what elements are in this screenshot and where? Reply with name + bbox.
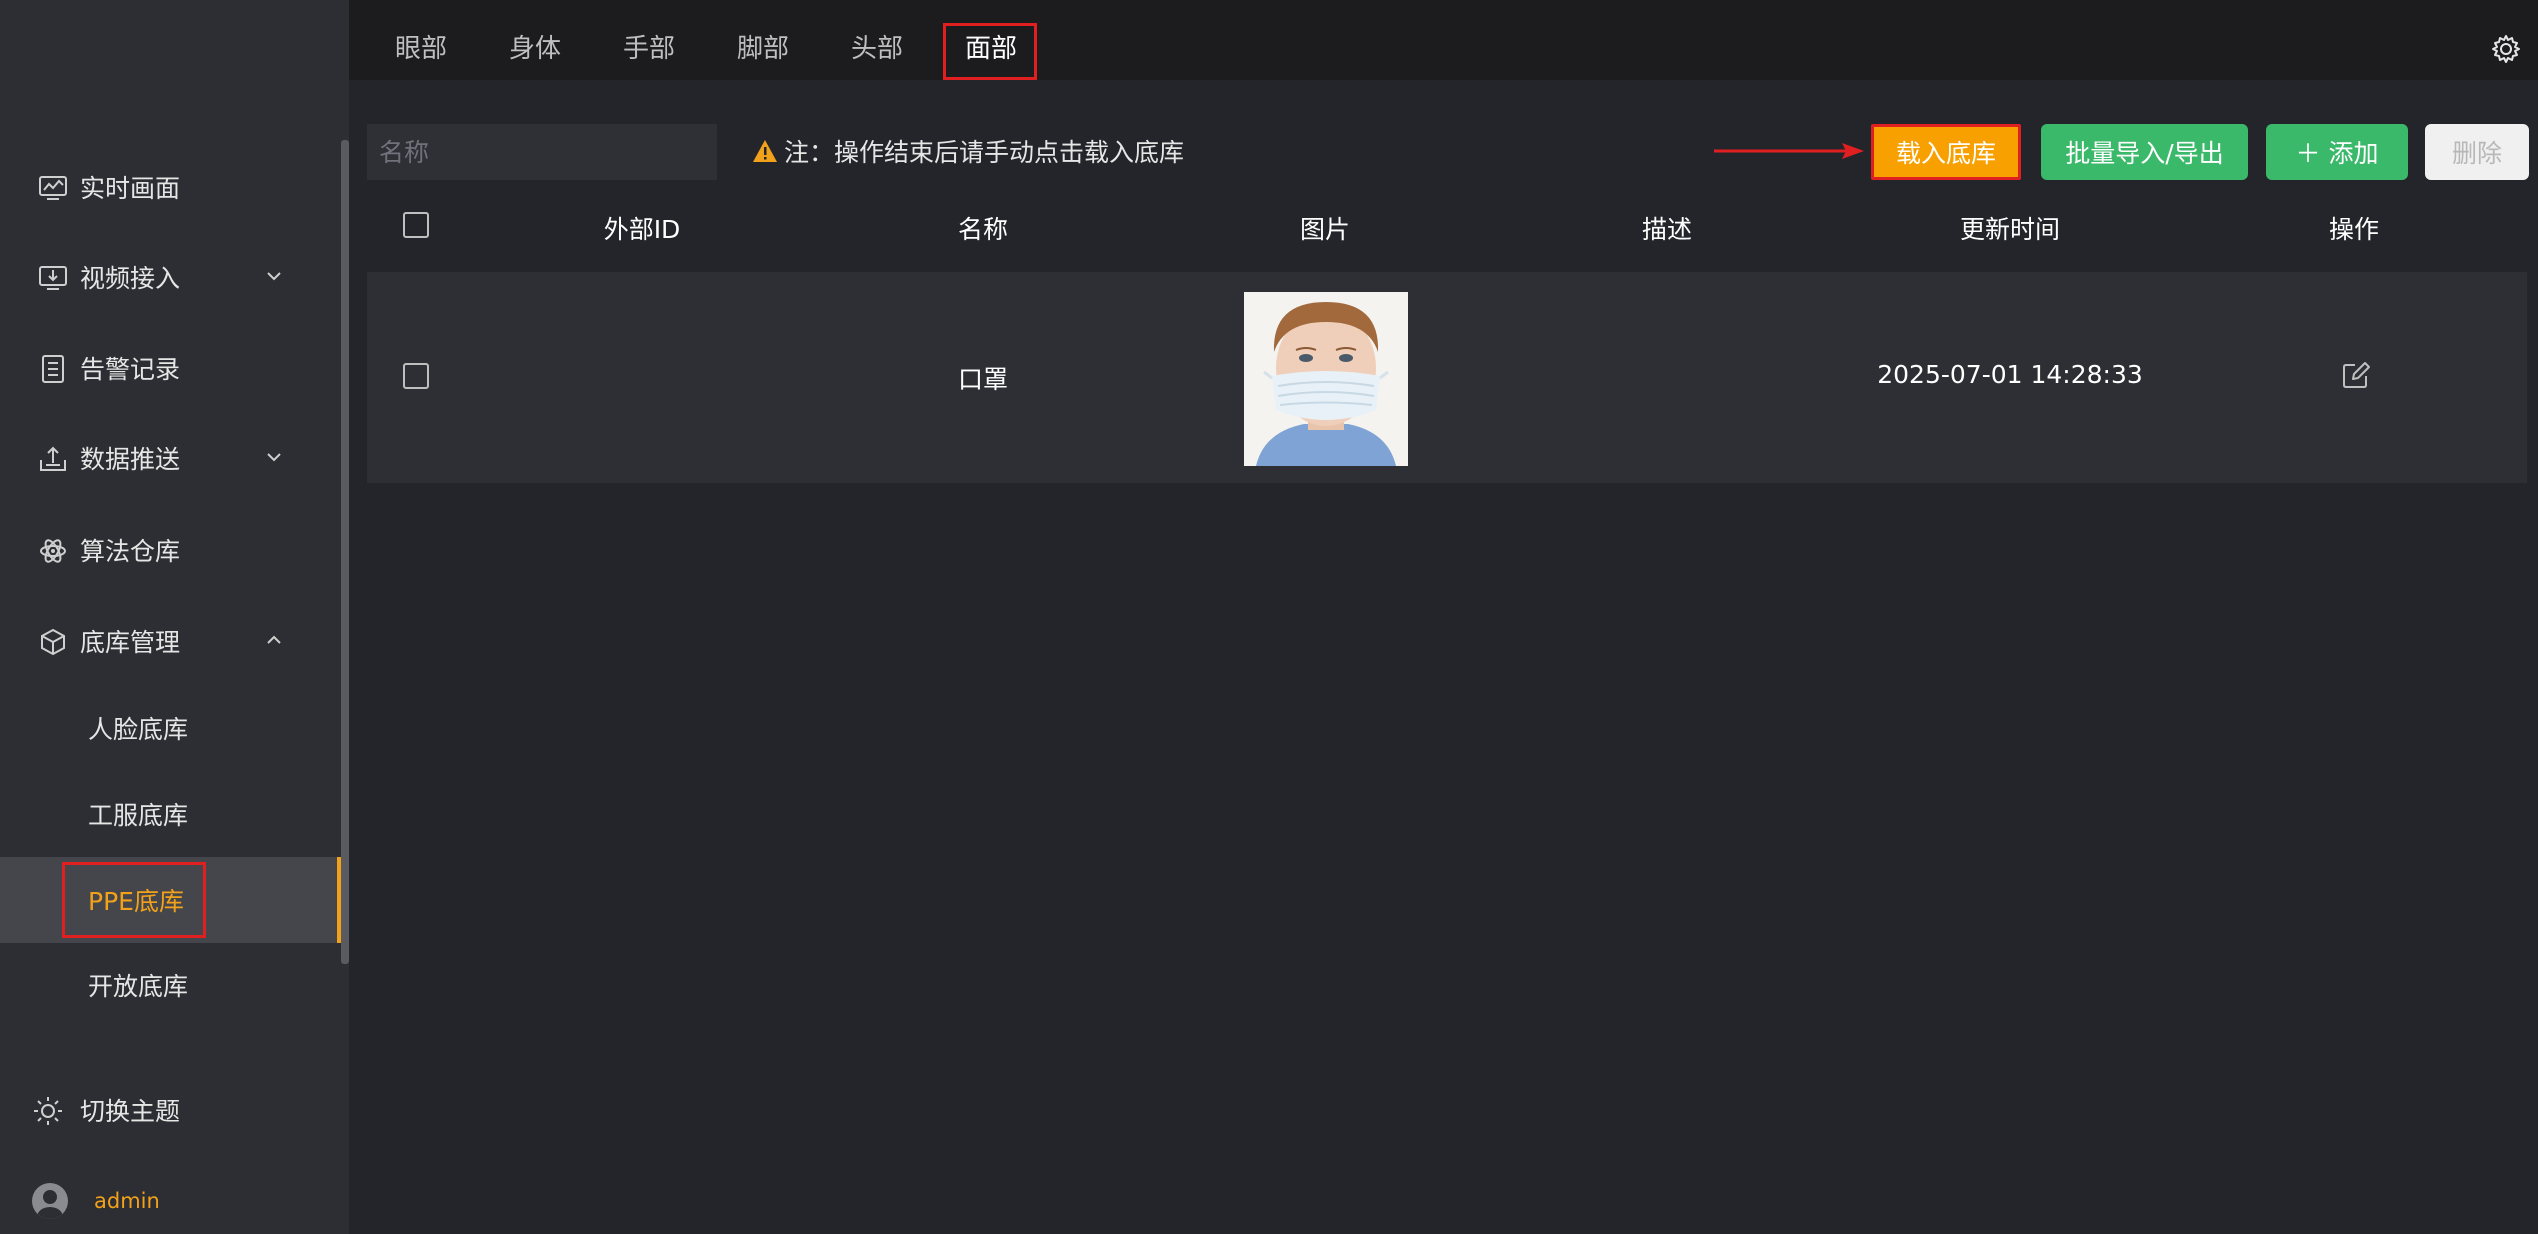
cell-updated-time: 2025-07-01 14:28:33 <box>1877 360 2143 389</box>
gear-icon[interactable] <box>2490 33 2522 65</box>
column-header-description: 描述 <box>1641 215 1693 244</box>
tab-body[interactable]: 身体 <box>509 22 561 70</box>
load-library-button[interactable]: 载入底库 <box>1871 124 2021 180</box>
cell-name: 口罩 <box>957 365 1009 394</box>
sidebar: 实时画面 视频接入 告警记录 数据推送 算法仓库 底库管理 人脸底库 工服底库 … <box>0 0 349 1234</box>
sidebar-subitem-label: 工服底库 <box>88 801 189 830</box>
atom-icon <box>40 539 66 563</box>
highlight-box <box>943 23 1037 80</box>
tab-hands[interactable]: 手部 <box>623 22 675 70</box>
tab-eyes[interactable]: 眼部 <box>395 22 447 70</box>
sidebar-subitem-face-library[interactable]: 人脸底库 <box>0 685 341 771</box>
monitor-chart-icon <box>39 176 67 200</box>
chevron-up-icon <box>267 635 281 644</box>
sidebar-subitem-open-library[interactable]: 开放底库 <box>0 942 341 1028</box>
chevron-down-icon <box>267 453 281 462</box>
sidebar-item-library-management[interactable]: 底库管理 <box>0 598 341 684</box>
search-input[interactable] <box>367 124 717 180</box>
thumbnail-image[interactable] <box>1244 292 1408 466</box>
column-header-image: 图片 <box>1299 215 1351 244</box>
warning-icon <box>753 140 777 162</box>
column-header-external-id: 外部ID <box>603 215 681 244</box>
sidebar-subitem-label: 人脸底库 <box>88 715 189 744</box>
sidebar-item-data-push[interactable]: 数据推送 <box>0 415 341 501</box>
sidebar-item-alarm-records[interactable]: 告警记录 <box>0 325 341 411</box>
load-note: 注：操作结束后请手动点击载入底库 <box>752 131 1184 171</box>
upload-tray-icon <box>40 446 66 471</box>
sidebar-item-live-view[interactable]: 实时画面 <box>0 144 341 230</box>
theme-toggle[interactable]: 切换主题 <box>0 1067 341 1153</box>
column-header-updated-time: 更新时间 <box>1959 215 2061 244</box>
sun-icon <box>34 1097 62 1125</box>
edit-icon[interactable] <box>2341 360 2371 390</box>
avatar <box>32 1183 68 1219</box>
batch-import-export-button[interactable]: 批量导入/导出 <box>2041 124 2248 180</box>
sidebar-item-label: 实时画面 <box>80 174 181 203</box>
user-profile[interactable]: admin <box>32 1183 160 1219</box>
username: admin <box>94 1189 160 1213</box>
document-list-icon <box>42 355 64 383</box>
sidebar-item-label: 算法仓库 <box>80 537 181 566</box>
tab-bar <box>349 0 2538 80</box>
arrow-annotation <box>1714 143 1864 159</box>
sidebar-subitem-label: 开放底库 <box>88 972 189 1001</box>
sidebar-item-algorithm-store[interactable]: 算法仓库 <box>0 507 341 593</box>
sidebar-item-label: 底库管理 <box>80 628 181 657</box>
select-all-checkbox[interactable] <box>403 212 429 238</box>
sidebar-item-label: 数据推送 <box>80 445 181 474</box>
user-icon <box>37 1190 63 1219</box>
add-button[interactable]: ＋ 添加 <box>2266 124 2408 180</box>
video-input-icon <box>39 266 67 290</box>
load-note-text: 注：操作结束后请手动点击载入底库 <box>784 138 1185 167</box>
sidebar-subitem-uniform-library[interactable]: 工服底库 <box>0 771 341 857</box>
tab-feet[interactable]: 脚部 <box>737 22 789 70</box>
sidebar-item-label: 告警记录 <box>80 355 181 384</box>
row-checkbox[interactable] <box>403 363 429 389</box>
sidebar-scrollbar[interactable] <box>341 140 349 964</box>
table-header: 外部ID 名称 图片 描述 更新时间 操作 <box>367 196 2527 256</box>
tab-head[interactable]: 头部 <box>851 22 903 70</box>
highlight-box <box>62 862 206 938</box>
cube-icon <box>41 628 65 656</box>
chevron-down-icon <box>267 272 281 281</box>
table-row: 口罩 2025-07-01 14:28:33 <box>367 272 2527 483</box>
theme-toggle-label: 切换主题 <box>80 1097 181 1126</box>
column-header-name: 名称 <box>957 215 1009 244</box>
sidebar-item-video-input[interactable]: 视频接入 <box>0 234 341 320</box>
sidebar-item-label: 视频接入 <box>80 264 181 293</box>
column-header-actions: 操作 <box>2328 215 2380 244</box>
child-wearing-mask-image <box>1244 292 1408 466</box>
delete-button[interactable]: 删除 <box>2425 124 2529 180</box>
